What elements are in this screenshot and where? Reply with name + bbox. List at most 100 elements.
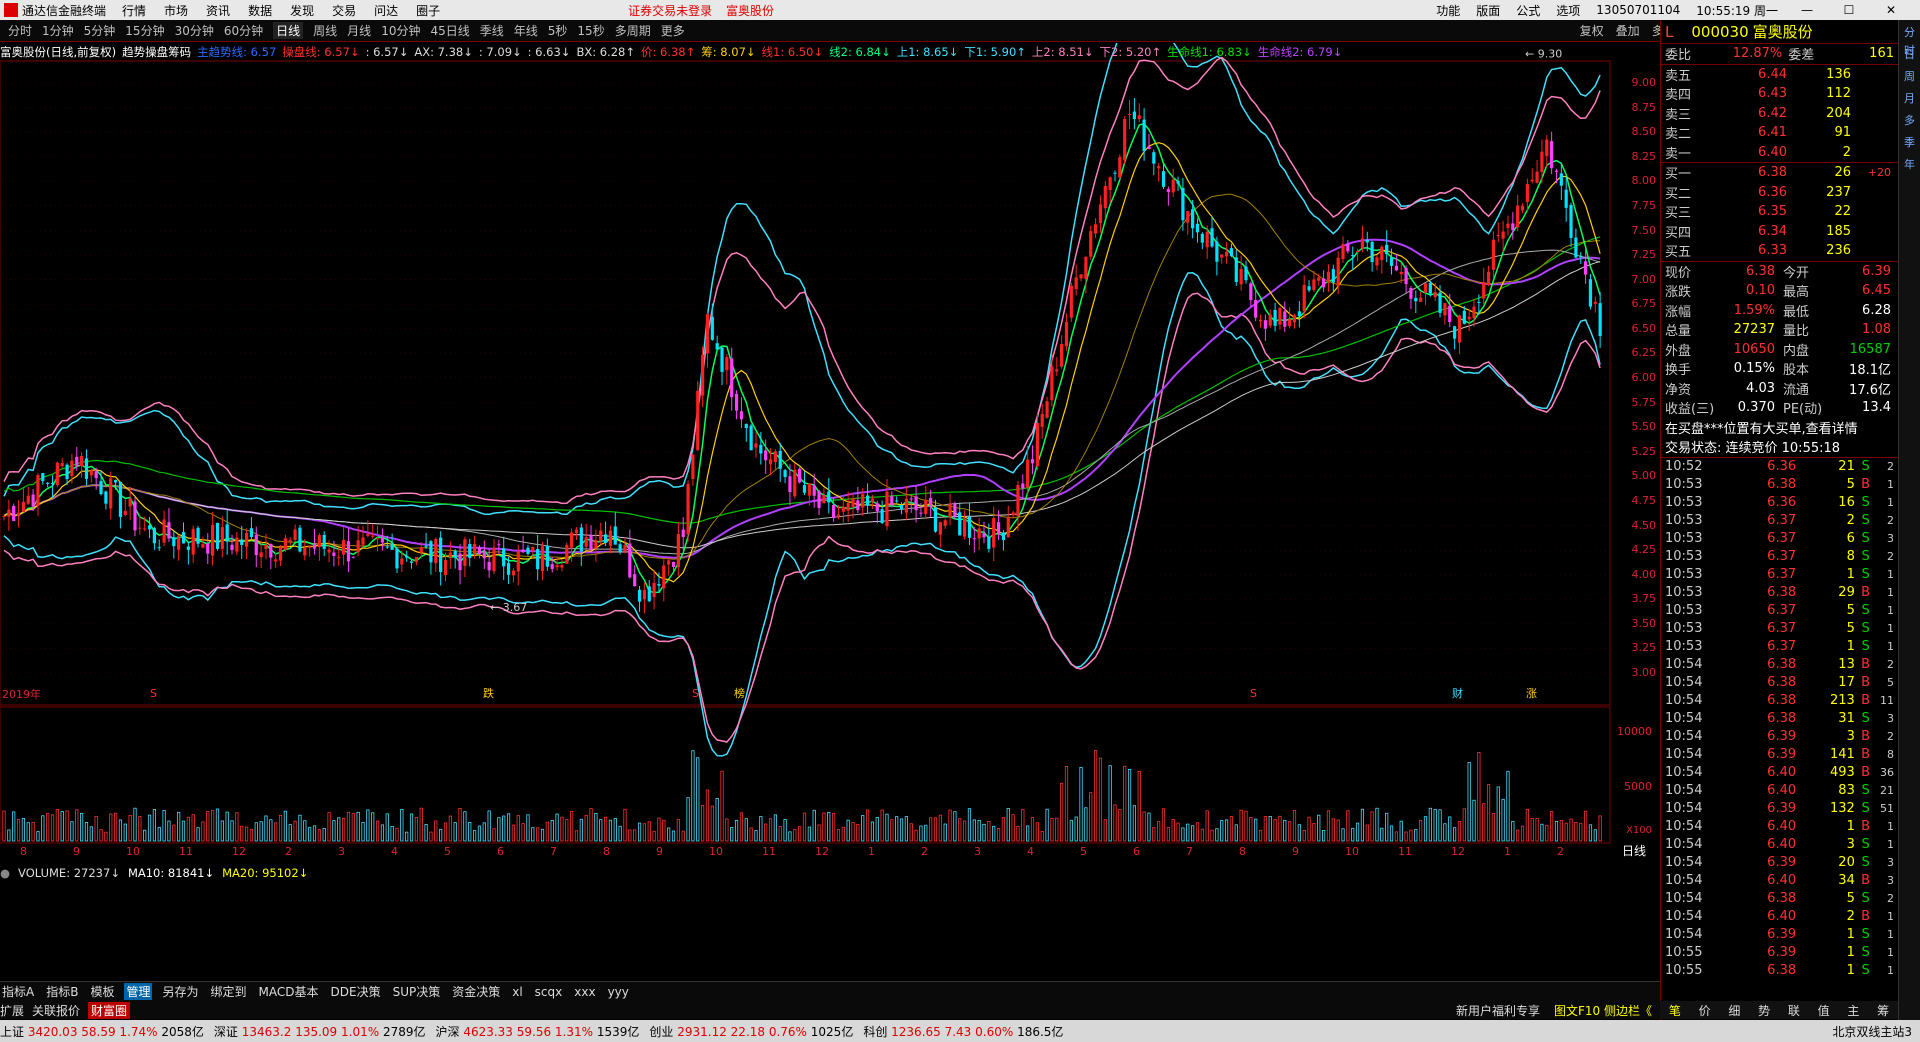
login-notice[interactable]: 证券交易未登录 富奥股份 <box>628 2 784 19</box>
timeframe-6[interactable]: 日线 <box>273 22 304 39</box>
stock-name[interactable]: 富奥股份 <box>1753 21 1813 42</box>
indicator-tab-13[interactable]: yyy <box>606 985 631 999</box>
timeframe-14[interactable]: 15秒 <box>577 22 604 39</box>
menu-item-3[interactable]: 数据 <box>248 4 272 18</box>
maximize-icon[interactable]: ☐ <box>1836 3 1862 17</box>
quote-tab-3[interactable]: 势 <box>1749 1002 1779 1019</box>
timeframe-15[interactable]: 多周期 <box>615 22 651 39</box>
timeframe-3[interactable]: 15分钟 <box>125 22 164 39</box>
minimize-icon[interactable]: — <box>1794 3 1820 17</box>
bid-label: 买三 <box>1665 206 1692 222</box>
timeframe-5[interactable]: 60分钟 <box>224 22 263 39</box>
bid-row[interactable]: 买四 6.34 185 <box>1661 222 1898 242</box>
side-icon-6[interactable]: 年 <box>1901 156 1919 174</box>
big-order-note[interactable]: 在买盘***位置有大买单,查看详情 <box>1661 418 1898 438</box>
timeframe-12[interactable]: 年线 <box>514 22 538 39</box>
tool-0[interactable]: 复权 <box>1580 22 1604 39</box>
timeframe-10[interactable]: 45日线 <box>430 22 469 39</box>
ask-row[interactable]: 卖一 6.40 2 <box>1661 143 1898 163</box>
timeframe-1[interactable]: 1分钟 <box>42 22 74 39</box>
side-icon-3[interactable]: 月 <box>1901 90 1919 108</box>
timeframe-0[interactable]: 分时 <box>8 22 32 39</box>
indicator-tab-8[interactable]: SUP决策 <box>391 983 443 1000</box>
timeframe-4[interactable]: 30分钟 <box>175 22 214 39</box>
menu-item-1[interactable]: 市场 <box>164 4 188 18</box>
notice-stock-name[interactable]: 富奥股份 <box>726 4 774 18</box>
menu-item-6[interactable]: 问达 <box>374 4 398 18</box>
sub-tab-0[interactable]: 扩展 <box>0 1002 24 1019</box>
indicator-tab-10[interactable]: xl <box>510 985 524 999</box>
index-quote[interactable]: 沪深 4623.33 59.56 1.31% 1539亿 <box>435 1023 639 1040</box>
timeframe-9[interactable]: 10分钟 <box>381 22 420 39</box>
indicator-tab-0[interactable]: 指标A <box>0 983 36 1000</box>
indicator-tab-1[interactable]: 指标B <box>44 983 80 1000</box>
indicator-tab-12[interactable]: xxx <box>572 985 597 999</box>
tick-price: 6.39 <box>1767 801 1797 816</box>
ask-row[interactable]: 卖四 6.43 112 <box>1661 84 1898 104</box>
quote-tab-1[interactable]: 价 <box>1690 1002 1720 1019</box>
right-menu-item-3[interactable]: 选项 <box>1556 2 1580 19</box>
timeframe-16[interactable]: 更多 <box>661 22 685 39</box>
close-icon[interactable]: ✕ <box>1878 3 1904 17</box>
candlestick-chart[interactable]: ← 9.30← 3.672019年 S 跌 S 榜 S 财涨100005000X1008 9 1… <box>0 43 1660 863</box>
timeframe-13[interactable]: 5秒 <box>548 22 568 39</box>
timeframe-2[interactable]: 5分钟 <box>84 22 116 39</box>
right-menu-item-0[interactable]: 功能 <box>1436 2 1460 19</box>
indicator-tab-5[interactable]: 绑定到 <box>209 983 249 1000</box>
menu-item-5[interactable]: 交易 <box>332 4 356 18</box>
candle-body <box>1200 233 1204 243</box>
ask-row[interactable]: 卖二 6.41 91 <box>1661 123 1898 143</box>
indicator-tab-11[interactable]: scqx <box>533 985 565 999</box>
indicator-tab-7[interactable]: DDE决策 <box>329 983 383 1000</box>
timeframe-7[interactable]: 周线 <box>313 22 337 39</box>
index-quote[interactable]: 上证 3420.03 58.59 1.74% 2058亿 <box>0 1023 204 1040</box>
index-quote[interactable]: 深证 13463.2 135.09 1.01% 2789亿 <box>214 1023 426 1040</box>
quote-tab-4[interactable]: 联 <box>1779 1002 1809 1019</box>
side-icon-0[interactable]: 分时 <box>1901 24 1919 57</box>
indicator-tab-2[interactable]: 模板 <box>88 983 116 1000</box>
tool-1[interactable]: 叠加 <box>1616 22 1640 39</box>
stat-value-2: 6.45 <box>1862 283 1891 299</box>
tick-count: 11 <box>1879 694 1894 707</box>
volume-toggle-icon[interactable]: ● <box>0 866 10 880</box>
side-icon-5[interactable]: 季 <box>1901 134 1919 152</box>
menu-item-4[interactable]: 发现 <box>290 4 314 18</box>
right-menu-item-2[interactable]: 公式 <box>1516 2 1540 19</box>
bid-row[interactable]: 买一 6.38 26 +20 <box>1661 163 1898 183</box>
indicator-tab-4[interactable]: 另存为 <box>160 983 200 1000</box>
bid-row[interactable]: 买三 6.35 22 <box>1661 202 1898 222</box>
promo-link[interactable]: 新用户福利专享 <box>1456 1002 1540 1019</box>
quote-tab-7[interactable]: 筹 <box>1868 1002 1898 1019</box>
index-quote[interactable]: 科创 1236.65 7.43 0.60% 186.5亿 <box>863 1023 1063 1040</box>
ask-row[interactable]: 卖三 6.42 204 <box>1661 104 1898 124</box>
tick-list[interactable]: 10:52 6.36 21 S 2 10:53 6.38 5 B 1 10:53 6.36 16 S 1 10… <box>1661 456 1898 980</box>
menu-item-2[interactable]: 资讯 <box>206 4 230 18</box>
stock-code[interactable]: 000030 <box>1691 23 1748 41</box>
bid-row[interactable]: 买二 6.36 237 <box>1661 183 1898 203</box>
side-icon-2[interactable]: 周 <box>1901 68 1919 86</box>
indicator-tab-6[interactable]: MACD基本 <box>257 983 321 1000</box>
menu-item-0[interactable]: 行情 <box>122 4 146 18</box>
index-quote[interactable]: 创业 2931.12 22.18 0.76% 1025亿 <box>649 1023 853 1040</box>
indicator-tab-9[interactable]: 资金决策 <box>450 983 502 1000</box>
timeframe-8[interactable]: 月线 <box>347 22 371 39</box>
menu-item-7[interactable]: 圈子 <box>416 4 440 18</box>
legend-indicator[interactable]: 趋势操盘筹码 <box>122 44 191 60</box>
quote-tab-5[interactable]: 值 <box>1809 1002 1839 1019</box>
side-icon-4[interactable]: 多 <box>1901 112 1919 130</box>
sub-tab-1[interactable]: 关联报价 <box>32 1002 80 1019</box>
quote-tab-6[interactable]: 主 <box>1839 1002 1869 1019</box>
ask-row[interactable]: 卖五 6.44 136 <box>1661 65 1898 85</box>
bid-row[interactable]: 买五 6.33 236 <box>1661 241 1898 261</box>
right-menu-item-1[interactable]: 版面 <box>1476 2 1500 19</box>
login-notice-text[interactable]: 证券交易未登录 <box>628 4 712 18</box>
quote-tab-0[interactable]: 笔 <box>1660 1002 1690 1019</box>
sub-tab-2[interactable]: 财富圈 <box>88 1001 131 1019</box>
volume-bar <box>938 814 942 842</box>
indicator-tab-3[interactable]: 管理 <box>124 983 153 1000</box>
f10-sidebar-link[interactable]: 图文F10 侧边栏《 <box>1554 1002 1652 1019</box>
quote-tab-2[interactable]: 细 <box>1720 1002 1750 1019</box>
timeframe-11[interactable]: 季线 <box>480 22 504 39</box>
server-name[interactable]: 北京双线主站3 <box>1832 1023 1912 1040</box>
side-icon-1[interactable]: 日 <box>1901 46 1919 64</box>
